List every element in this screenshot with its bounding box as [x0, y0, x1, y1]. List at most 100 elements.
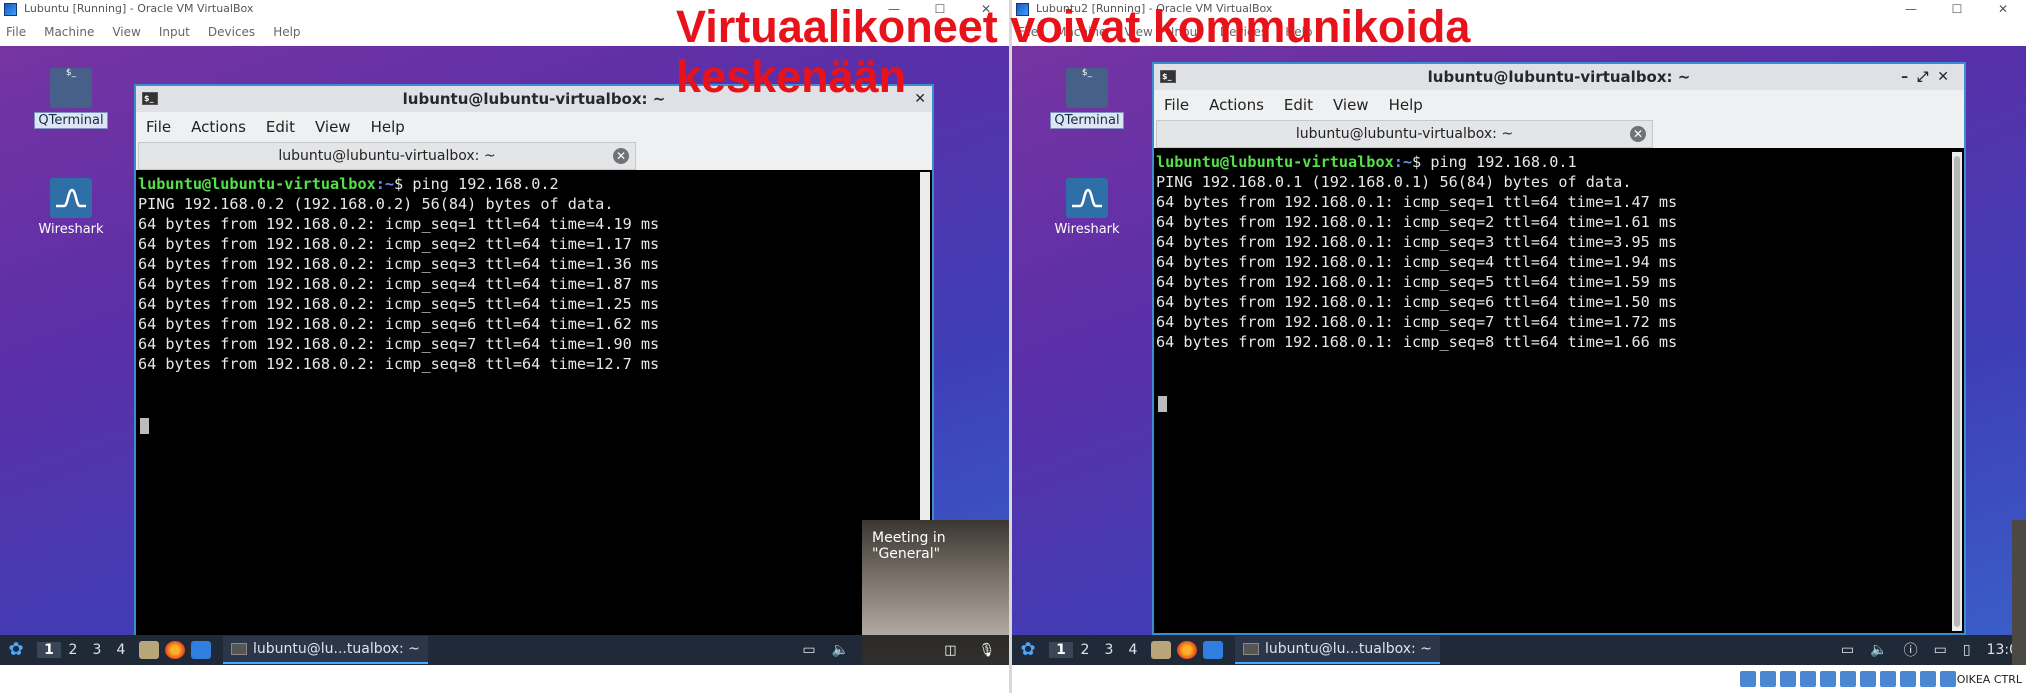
menu-input[interactable]: Input: [1171, 25, 1202, 39]
menu-help[interactable]: Help: [273, 25, 300, 39]
menu-view[interactable]: View: [1124, 25, 1152, 39]
terminal-titlebar[interactable]: $_ lubuntu@lubuntu-virtualbox: ~ –⤢✕: [1154, 64, 1964, 90]
menu-edit[interactable]: Edit: [1284, 96, 1313, 114]
menu-file[interactable]: File: [1164, 96, 1189, 114]
desktop-icon-wireshark[interactable]: Wireshark: [1046, 178, 1128, 237]
menu-actions[interactable]: Actions: [1209, 96, 1264, 114]
close-tab-icon[interactable]: ✕: [1630, 126, 1646, 142]
terminal-tab[interactable]: lubuntu@lubuntu-virtualbox: ~ ✕: [1156, 120, 1653, 148]
workspace-3[interactable]: 3: [85, 642, 109, 658]
network-icon[interactable]: [1800, 671, 1816, 687]
terminal-icon: $_: [1160, 70, 1176, 83]
menu-file[interactable]: File: [6, 25, 26, 39]
firefox-icon[interactable]: [1177, 641, 1197, 659]
optical-drive-icon[interactable]: [1760, 671, 1776, 687]
display-icon[interactable]: [1860, 671, 1876, 687]
usb-icon[interactable]: [1820, 671, 1836, 687]
hard-disk-icon[interactable]: [1740, 671, 1756, 687]
meeting-controls: ◫ 🎙: [862, 635, 1009, 665]
menu-machine[interactable]: Machine: [44, 25, 94, 39]
menu-devices[interactable]: Devices: [208, 25, 255, 39]
menu-file[interactable]: File: [146, 118, 171, 136]
desktop-icon-qterminal[interactable]: $_ QTerminal: [30, 68, 112, 129]
lxqt-panel: ✿ 1 2 3 4 lubuntu@lu...tualbox: ~ ▭ 🔈: [0, 635, 1009, 665]
file-manager-icon[interactable]: [139, 641, 159, 659]
menu-help[interactable]: Help: [1285, 25, 1312, 39]
terminal-icon: $_: [1066, 68, 1108, 108]
menu-help[interactable]: Help: [1389, 96, 1423, 114]
output-line: 64 bytes from 192.168.0.1: icmp_seq=2 tt…: [1156, 213, 1678, 231]
menu-actions[interactable]: Actions: [191, 118, 246, 136]
display-icon[interactable]: ▭: [1934, 642, 1947, 658]
close-tab-icon[interactable]: ✕: [613, 148, 629, 164]
workspace-3[interactable]: 3: [1097, 642, 1121, 658]
menu-file[interactable]: File: [1018, 25, 1038, 39]
start-menu-icon[interactable]: ✿: [1017, 639, 1039, 661]
menu-help[interactable]: Help: [371, 118, 405, 136]
output-line: 64 bytes from 192.168.0.2: icmp_seq=2 tt…: [138, 235, 660, 253]
guest-desktop: $_ QTerminal Wireshark $_ lubuntu@lubunt…: [0, 46, 1009, 639]
menu-view[interactable]: View: [315, 118, 351, 136]
clipboard-icon[interactable]: ▯: [1963, 642, 1971, 658]
scrollbar-thumb[interactable]: [1954, 156, 1960, 627]
terminal-scrollbar[interactable]: [1952, 152, 1962, 631]
minimize-button[interactable]: —: [871, 0, 917, 18]
workspace-1[interactable]: 1: [1049, 642, 1073, 658]
file-manager-icon[interactable]: [1151, 641, 1171, 659]
menu-machine[interactable]: Machine: [1056, 25, 1106, 39]
virtualbox-icon: [4, 3, 17, 16]
show-desktop-icon[interactable]: [191, 641, 211, 659]
firefox-icon[interactable]: [165, 641, 185, 659]
close-button[interactable]: ✕: [1980, 0, 2026, 18]
menu-view[interactable]: View: [1333, 96, 1369, 114]
start-menu-icon[interactable]: ✿: [5, 639, 27, 661]
workspace-1[interactable]: 1: [37, 642, 61, 658]
removable-media-icon[interactable]: ▭: [1841, 642, 1854, 658]
taskbar-task-terminal[interactable]: lubuntu@lu...tualbox: ~: [1235, 636, 1440, 664]
workspace-2[interactable]: 2: [1073, 642, 1097, 658]
terminal-window[interactable]: $_ lubuntu@lubuntu-virtualbox: ~ ✕ File …: [134, 84, 934, 639]
maximize-button[interactable]: ☐: [917, 0, 963, 18]
workspace-2[interactable]: 2: [61, 642, 85, 658]
recording-icon[interactable]: [1880, 671, 1896, 687]
teams-meeting-preview-partial[interactable]: [2012, 520, 2026, 665]
maximize-button[interactable]: ☐: [1934, 0, 1980, 18]
terminal-output[interactable]: lubuntu@lubuntu-virtualbox:~$ ping 192.1…: [138, 174, 659, 374]
removable-media-icon[interactable]: ▭: [802, 642, 815, 658]
menu-devices[interactable]: Devices: [1220, 25, 1267, 39]
menu-edit[interactable]: Edit: [266, 118, 295, 136]
terminal-titlebar[interactable]: $_ lubuntu@lubuntu-virtualbox: ~ ✕: [136, 86, 932, 112]
wireshark-icon: [50, 178, 92, 218]
output-line: 64 bytes from 192.168.0.2: icmp_seq=6 tt…: [138, 315, 660, 333]
close-icon[interactable]: ✕: [914, 86, 926, 112]
mic-off-icon[interactable]: 🎙: [978, 643, 995, 658]
desktop-icon-wireshark[interactable]: Wireshark: [30, 178, 112, 237]
desktop-icon-qterminal[interactable]: $_ QTerminal: [1046, 68, 1128, 129]
shared-folders-icon[interactable]: [1840, 671, 1856, 687]
volume-icon[interactable]: 🔈: [1870, 642, 1887, 658]
workspace-4[interactable]: 4: [109, 642, 133, 658]
audio-icon[interactable]: [1780, 671, 1796, 687]
desktop-icon-label: QTerminal: [1050, 112, 1124, 129]
show-desktop-icon[interactable]: [1203, 641, 1223, 659]
workspace-4[interactable]: 4: [1121, 642, 1145, 658]
teams-meeting-preview[interactable]: Meeting in "General" ◫ 🎙: [862, 520, 1009, 665]
terminal-window[interactable]: $_ lubuntu@lubuntu-virtualbox: ~ –⤢✕ Fil…: [1152, 62, 1966, 635]
host-key-label: OIKEA CTRL: [1956, 673, 2022, 686]
taskbar-task-terminal[interactable]: lubuntu@lu...tualbox: ~: [223, 636, 428, 664]
terminal-cursor: [1158, 396, 1167, 412]
keyboard-icon[interactable]: [1940, 671, 1956, 687]
prompt-path: :~: [1393, 153, 1413, 171]
update-notifier-icon[interactable]: ⓘ: [1904, 640, 1918, 660]
mouse-integration-icon[interactable]: [1920, 671, 1936, 687]
camera-off-icon[interactable]: ◫: [944, 643, 956, 658]
terminal-tab[interactable]: lubuntu@lubuntu-virtualbox: ~ ✕: [138, 142, 636, 170]
window-buttons[interactable]: –⤢✕: [1901, 64, 1958, 90]
menu-input[interactable]: Input: [159, 25, 190, 39]
volume-icon[interactable]: 🔈: [832, 642, 849, 658]
terminal-output[interactable]: lubuntu@lubuntu-virtualbox:~$ ping 192.1…: [1156, 152, 1677, 352]
close-button[interactable]: ✕: [963, 0, 1009, 18]
minimize-button[interactable]: —: [1888, 0, 1934, 18]
menu-view[interactable]: View: [112, 25, 140, 39]
cpu-icon[interactable]: [1900, 671, 1916, 687]
